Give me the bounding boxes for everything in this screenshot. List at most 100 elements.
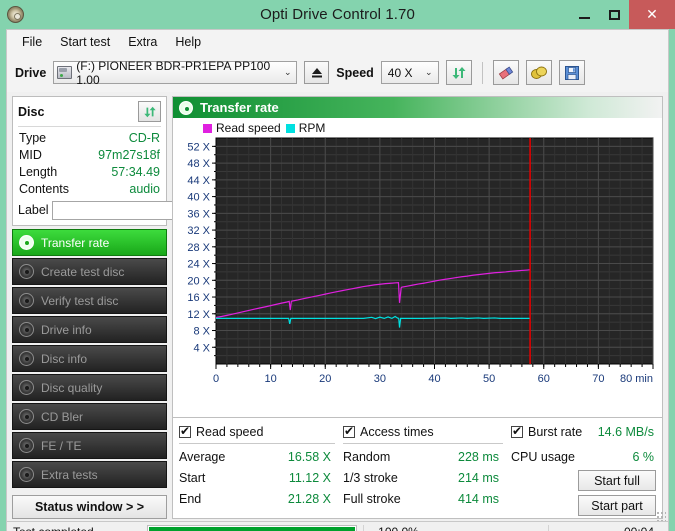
sidebar-item-verify-test-disc[interactable]: Verify test disc (12, 287, 167, 314)
sidebar-item-disc-info[interactable]: Disc info (12, 345, 167, 372)
transfer-rate-icon (179, 101, 193, 115)
sidebar-nav: Transfer rate Create test disc Verify te… (12, 229, 167, 488)
action-buttons: Start full Start part (511, 470, 656, 516)
sidebar: Disc Type CD-R MID 97m27s18f (12, 96, 167, 519)
disc-row-key: Length (19, 164, 57, 181)
svg-text:70: 70 (592, 373, 604, 385)
menu-item-start-test[interactable]: Start test (51, 33, 119, 51)
bonus-button[interactable] (526, 60, 552, 85)
divider (179, 443, 335, 444)
svg-text:0: 0 (213, 373, 219, 385)
svg-text:8 X: 8 X (193, 326, 210, 338)
erase-button[interactable] (493, 60, 519, 85)
stat-value: 214 ms (458, 468, 499, 489)
disc-row-mid: MID 97m27s18f (18, 147, 161, 164)
disc-panel-header: Disc (18, 101, 161, 127)
status-message: Test completed (7, 525, 147, 531)
app-window: Opti Drive Control 1.70 ✕ File Start tes… (0, 0, 675, 531)
svg-text:4 X: 4 X (193, 342, 210, 354)
sidebar-item-drive-info[interactable]: Drive info (12, 316, 167, 343)
sidebar-spacer (12, 488, 167, 492)
svg-text:24 X: 24 X (187, 259, 210, 271)
burst-rate-label: Burst rate (528, 425, 582, 439)
svg-text:44 X: 44 X (187, 175, 210, 187)
eraser-icon (497, 65, 515, 81)
sidebar-item-label: Create test disc (41, 265, 124, 279)
speed-select[interactable]: 40 X ⌄ (381, 61, 439, 84)
status-window-button[interactable]: Status window > > (12, 495, 167, 519)
disc-row-value: CD-R (129, 130, 160, 147)
read-speed-stats: Read speed Average 16.58 X Start 11.12 X… (179, 422, 343, 516)
disc-label-key: Label (18, 203, 49, 217)
stat-key: End (179, 489, 201, 510)
menu-item-extra[interactable]: Extra (119, 33, 166, 51)
eject-button[interactable] (304, 61, 329, 84)
progress-bar-fill (149, 527, 355, 531)
start-full-button[interactable]: Start full (578, 470, 656, 491)
disc-refresh-button[interactable] (138, 101, 161, 122)
stat-row-third-stroke: 1/3 stroke 214 ms (343, 468, 511, 489)
disc-info-panel: Disc Type CD-R MID 97m27s18f (12, 96, 167, 226)
stat-value: 21.28 X (288, 489, 331, 510)
sidebar-item-create-test-disc[interactable]: Create test disc (12, 258, 167, 285)
burst-rate-checkbox[interactable] (511, 426, 523, 438)
refresh-button[interactable] (446, 60, 472, 85)
sidebar-item-label: Transfer rate (41, 236, 109, 250)
read-speed-label: Read speed (196, 425, 263, 439)
toolbar: Drive (F:) PIONEER BDR-PR1EPA PP100 1.00… (6, 53, 669, 92)
disc-row-length: Length 57:34.49 (18, 164, 161, 181)
burst-rate-checkbox-row[interactable]: Burst rate 14.6 MB/s (511, 422, 656, 441)
sidebar-item-label: CD Bler (41, 410, 83, 424)
disc-icon (19, 409, 34, 424)
stat-row-end: End 21.28 X (179, 489, 343, 510)
stat-key: Average (179, 447, 225, 468)
access-times-label: Access times (360, 425, 434, 439)
sidebar-item-cd-bler[interactable]: CD Bler (12, 403, 167, 430)
menu-item-help[interactable]: Help (166, 33, 210, 51)
speed-select-value: 40 X (388, 66, 413, 80)
chevron-down-icon: ⌄ (281, 67, 294, 78)
svg-text:50: 50 (483, 373, 495, 385)
read-speed-checkbox-row[interactable]: Read speed (179, 422, 343, 441)
sidebar-item-fe-te[interactable]: FE / TE (12, 432, 167, 459)
elapsed-time: 00:04 (548, 525, 668, 531)
menu-item-file[interactable]: File (13, 33, 51, 51)
stats-panel: Read speed Average 16.58 X Start 11.12 X… (172, 418, 663, 519)
svg-text:80 min: 80 min (620, 373, 653, 385)
stat-key: Start (179, 468, 205, 489)
drive-label: Drive (15, 66, 46, 80)
sidebar-item-extra-tests[interactable]: Extra tests (12, 461, 167, 488)
toolbar-separator (482, 62, 483, 84)
body-area: Disc Type CD-R MID 97m27s18f (6, 92, 669, 521)
stat-row-full-stroke: Full stroke 414 ms (343, 489, 511, 510)
sidebar-item-label: Disc info (41, 352, 87, 366)
disc-icon (19, 467, 34, 482)
disc-row-key: MID (19, 147, 42, 164)
access-times-checkbox[interactable] (343, 426, 355, 438)
start-part-button[interactable]: Start part (578, 495, 656, 516)
progress-percent: 100.0% (363, 525, 433, 531)
svg-text:10: 10 (265, 373, 277, 385)
resize-grip[interactable] (656, 511, 666, 521)
divider (511, 443, 648, 444)
disc-icon (19, 235, 34, 250)
panel-header: Transfer rate (172, 96, 663, 118)
medal-icon (530, 65, 548, 81)
disc-icon (19, 380, 34, 395)
stat-row-start: Start 11.12 X (179, 468, 343, 489)
svg-text:48 X: 48 X (187, 158, 210, 170)
drive-select[interactable]: (F:) PIONEER BDR-PR1EPA PP100 1.00 ⌄ (53, 61, 297, 84)
sidebar-item-transfer-rate[interactable]: Transfer rate (12, 229, 167, 256)
stat-key: 1/3 stroke (343, 468, 398, 489)
stat-value: 16.58 X (288, 447, 331, 468)
disc-row-type: Type CD-R (18, 130, 161, 147)
save-button[interactable] (559, 60, 585, 85)
disc-icon (19, 438, 34, 453)
stat-value: 414 ms (458, 489, 499, 510)
sidebar-item-disc-quality[interactable]: Disc quality (12, 374, 167, 401)
disc-icon (19, 351, 34, 366)
read-speed-checkbox[interactable] (179, 426, 191, 438)
sidebar-item-label: Verify test disc (41, 294, 118, 308)
svg-text:40: 40 (428, 373, 440, 385)
access-times-checkbox-row[interactable]: Access times (343, 422, 511, 441)
